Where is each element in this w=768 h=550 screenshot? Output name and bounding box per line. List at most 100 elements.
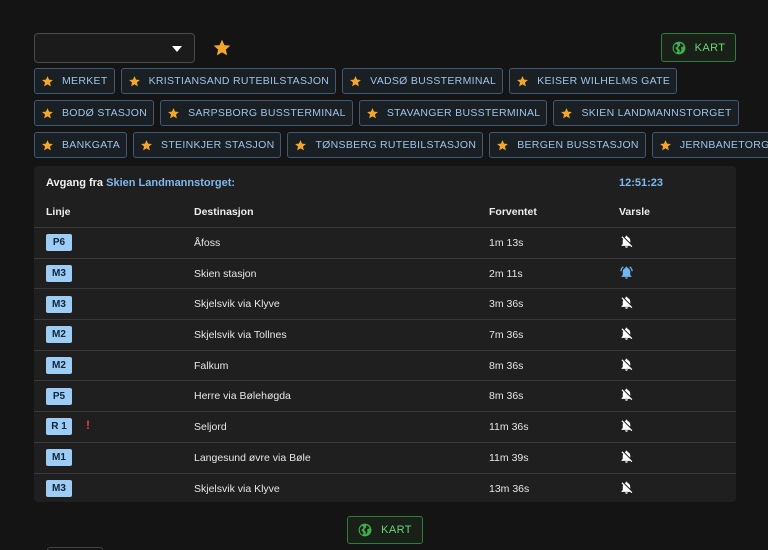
notify-toggle[interactable] <box>619 449 634 464</box>
expected-cell: 2m 11s <box>489 267 523 280</box>
column-notify: Varsle <box>619 206 650 218</box>
favorite-stop-button[interactable]: KRISTIANSAND RUTEBILSTASJON <box>120 68 337 94</box>
departures-stop-name: Skien Landmannstorget: <box>106 177 236 189</box>
favorite-stop-label: JERNBANETORGET <box>679 139 768 151</box>
favorite-stop-button[interactable]: BANKGATA <box>34 132 128 158</box>
column-expected: Forventet <box>489 206 537 218</box>
notify-toggle[interactable] <box>619 295 634 310</box>
favorite-stop-label: SKIEN LANDMANNSTORGET <box>581 107 732 119</box>
table-row: R 1! Seljord 11m 36s <box>34 411 736 443</box>
current-time: 12:51:23 <box>619 177 664 189</box>
favorite-stop-button[interactable]: BODØ STASJON <box>34 100 155 126</box>
bell-off-icon <box>621 358 633 371</box>
notify-toggle[interactable] <box>619 418 634 433</box>
line-cell: M3 <box>34 258 194 289</box>
destination-cell: Skjelsvik via Tollnes <box>194 328 287 341</box>
notify-cell <box>619 473 736 502</box>
star-icon <box>42 107 53 118</box>
line-cell: M3 <box>34 289 194 320</box>
stop-select[interactable] <box>34 33 195 63</box>
favorite-stop-button[interactable]: BERGEN BUSSTASJON <box>489 132 646 158</box>
line-badge: M3 <box>46 295 72 313</box>
star-icon <box>213 39 231 56</box>
favorite-stop-button[interactable]: SARPSBORG BUSSTERMINAL <box>160 100 353 126</box>
notify-toggle[interactable] <box>619 234 634 249</box>
line-cell: R 1! <box>34 412 194 443</box>
expected-cell: 11m 36s <box>489 420 529 433</box>
favorite-row: BODØ STASJON SARPSBORG BUSSTERMINAL STAVAN… <box>34 100 739 126</box>
table-row: P6 Åfoss 1m 13s <box>34 227 736 259</box>
notify-toggle[interactable] <box>619 387 634 402</box>
notify-cell <box>619 381 736 412</box>
favorite-stop-button[interactable]: STEINKJER STASJON <box>133 132 282 158</box>
favorite-stop-button[interactable]: TØNSBERG RUTEBILSTASJON <box>287 132 484 158</box>
table-row: M1 Langesund øvre via Bøle 11m 39s <box>34 442 736 473</box>
notify-toggle[interactable] <box>619 480 634 495</box>
star-icon <box>366 107 378 118</box>
notify-toggle[interactable] <box>619 357 634 372</box>
notify-cell <box>619 320 736 351</box>
favorite-stop-label: STAVANGER BUSSTERMINAL <box>386 107 541 119</box>
bell-off-icon <box>621 296 633 309</box>
favorite-stop-button[interactable]: VADSØ BUSSTERMINAL <box>342 68 504 94</box>
destination-cell: Seljord <box>194 420 227 433</box>
line-badge: M2 <box>46 326 72 344</box>
map-button-bottom[interactable]: KART <box>347 516 423 544</box>
destination-cell: Åfoss <box>194 236 221 249</box>
notify-cell <box>619 412 736 443</box>
expected-cell: 1m 13s <box>489 236 524 249</box>
destination-cell: Skien stasjon <box>194 267 257 280</box>
line-badge: M3 <box>46 265 72 283</box>
favorite-stop-button[interactable]: SKIEN LANDMANNSTORGET <box>553 100 739 126</box>
line-cell: P5 <box>34 381 194 412</box>
favorite-stop-button[interactable]: MERKET <box>34 68 115 94</box>
alert-marker: ! <box>86 418 90 433</box>
bell-off-icon <box>621 327 633 340</box>
bell-off-icon <box>621 388 633 402</box>
favorite-row: MERKET KRISTIANSAND RUTEBILSTASJON VADSØ B… <box>34 68 736 94</box>
table-row: M2 Falkum 8m 36s <box>34 350 736 381</box>
star-icon <box>497 139 509 150</box>
bell-off-icon <box>621 235 633 248</box>
globe-icon <box>358 523 372 537</box>
favorite-stop-button[interactable]: JERNBANETORGET <box>651 132 768 158</box>
favorite-stop-label: VADSØ BUSSTERMINAL <box>370 75 497 87</box>
destination-cell: Herre via Bølehøgda <box>194 390 291 403</box>
notify-toggle[interactable] <box>619 265 634 280</box>
notify-cell <box>619 228 736 259</box>
star-icon <box>42 75 53 86</box>
chevron-down-icon <box>172 46 182 52</box>
destination-cell: Skjelsvik via Klyve <box>194 482 280 495</box>
favorite-stop-button[interactable]: KEISER WILHELMS GATE <box>509 68 678 94</box>
line-badge: M2 <box>46 357 72 375</box>
column-destination: Destinasjon <box>194 206 254 218</box>
destination-cell: Skjelsvik via Klyve <box>194 298 280 311</box>
expected-cell: 13m 36s <box>489 482 530 495</box>
favorite-stop-label: KEISER WILHELMS GATE <box>537 75 671 87</box>
globe-icon <box>672 41 686 54</box>
line-badge: M1 <box>46 449 72 467</box>
favorite-stop-button[interactable]: STAVANGER BUSSTERMINAL <box>358 100 548 126</box>
bell-off-icon <box>621 419 633 432</box>
star-icon <box>141 139 152 150</box>
expected-cell: 7m 36s <box>489 328 524 341</box>
favorite-stop-label: MERKET <box>62 75 108 87</box>
line-badge: M3 <box>46 480 72 498</box>
star-icon <box>517 75 529 86</box>
favorite-star-button[interactable] <box>212 38 232 58</box>
notify-toggle[interactable] <box>619 326 634 341</box>
line-badge: R 1 <box>46 418 72 436</box>
notify-cell <box>619 442 736 473</box>
line-cell: M3 <box>34 473 194 502</box>
favorite-stops: MERKET KRISTIANSAND RUTEBILSTASJON VADSØ B… <box>34 68 768 164</box>
departures-heading-prefix: Avgang fra <box>46 177 104 189</box>
bell-ringing-icon <box>620 265 633 279</box>
top-bar: KART <box>34 33 736 63</box>
favorite-stop-label: BANKGATA <box>62 139 121 151</box>
bell-off-icon <box>621 481 633 494</box>
departures-heading: Avgang fra Skien Landmannstorget: <box>46 177 235 189</box>
map-button-top[interactable]: KART <box>661 33 736 62</box>
destination-cell: Langesund øvre via Bøle <box>194 451 311 464</box>
star-icon <box>168 107 180 118</box>
line-cell: M2 <box>34 320 194 351</box>
